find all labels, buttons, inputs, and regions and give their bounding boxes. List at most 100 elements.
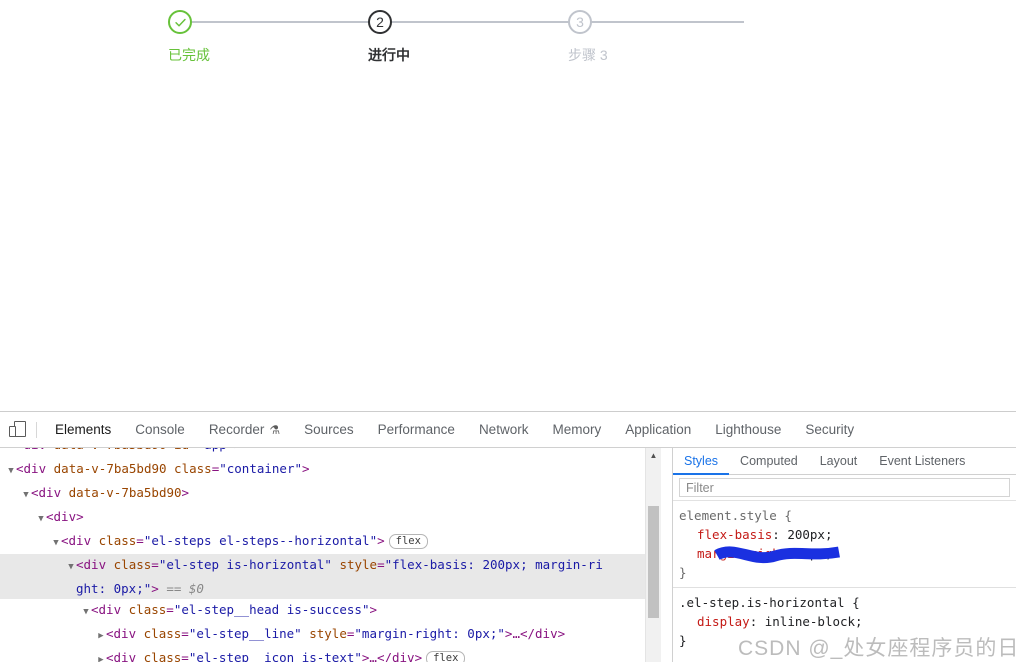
styles-filter-row: Filter	[673, 475, 1016, 501]
collapse-triangle-icon	[6, 448, 16, 458]
devtools-tab-elements[interactable]: Elements	[43, 412, 123, 448]
collapse-triangle-icon[interactable]: ▼	[36, 509, 46, 530]
devtools-tab-memory[interactable]: Memory	[540, 412, 613, 448]
dom-token: >…</div>	[361, 650, 423, 662]
expand-triangle-icon[interactable]: ▶	[96, 626, 106, 647]
dom-token: <div	[16, 461, 54, 476]
dom-node-row[interactable]: ▼ <div data-v-7ba5bd90>	[0, 482, 661, 506]
devtools-tab-recorder[interactable]: Recorder ⚗	[197, 412, 292, 448]
css-selector-text: .el-step.is-horizontal {	[679, 595, 860, 610]
dom-token: class	[98, 533, 137, 548]
devtools-tab-lighthouse[interactable]: Lighthouse	[703, 412, 793, 448]
dom-node-row[interactable]: ▶ <div class="el-step__line" style="margi…	[0, 623, 661, 647]
dom-token: style	[339, 557, 378, 572]
css-property-value[interactable]: : 200px;	[772, 527, 832, 542]
dom-token: <div	[91, 602, 129, 617]
collapse-triangle-icon[interactable]: ▼	[21, 485, 31, 506]
devtools-tab-label: Lighthouse	[715, 421, 782, 437]
css-rule-block[interactable]: element.style {flex-basis: 200px; margin-…	[673, 501, 1016, 587]
dom-token: == $0	[166, 581, 204, 596]
dom-token: <div	[76, 557, 114, 572]
css-rule-block[interactable]: .el-step.is-horizontal { display: inline-…	[673, 587, 1016, 655]
devtools-tab-label: Security	[805, 421, 855, 437]
dom-token: class	[128, 602, 167, 617]
pane-splitter[interactable]	[661, 448, 673, 662]
device-toolbar-icon[interactable]	[0, 413, 34, 447]
devtools-tab-label: Application	[625, 421, 692, 437]
dom-node-row[interactable]: ▼ <div data-v-7ba5bd90 class="container">	[0, 458, 661, 482]
dom-token: >	[377, 533, 385, 548]
devtools-body: <div data-v-7ba5bd90 id="app">▼<div data…	[0, 448, 1016, 662]
devtools-tab-security[interactable]: Security	[793, 412, 866, 448]
css-selector[interactable]: .el-step.is-horizontal {	[679, 593, 1016, 612]
collapse-triangle-icon[interactable]: ▼	[51, 533, 61, 554]
styles-tab-layout[interactable]: Layout	[809, 448, 869, 474]
styles-filter-input[interactable]: Filter	[679, 478, 1010, 497]
devtools-tab-label: Console	[135, 421, 185, 437]
dom-node-row[interactable]: ▼ <div class="el-steps el-steps--horizont…	[0, 530, 661, 554]
step-icon-3: 3	[568, 10, 592, 34]
collapse-triangle-icon[interactable]: ▼	[81, 602, 91, 623]
css-declaration[interactable]: flex-basis: 200px;	[679, 525, 1016, 544]
dom-token: "margin-right: 0px;"	[354, 626, 505, 641]
dom-token: =	[377, 557, 385, 572]
step-icon-1	[168, 10, 192, 34]
dom-token: >	[369, 602, 378, 617]
css-property-name[interactable]: flex-basis	[697, 527, 772, 542]
dom-node-row[interactable]: ▼ <div>	[0, 506, 661, 530]
devtools-tab-performance[interactable]: Performance	[366, 412, 467, 448]
dom-node-row[interactable]: ▶ <div class="el-step__icon is-text">…</d…	[0, 647, 661, 662]
css-selector[interactable]: element.style {	[679, 506, 1016, 525]
css-property-name[interactable]: margin-right	[697, 546, 787, 561]
dom-token: ght: 0px;"	[76, 581, 152, 596]
step-item-2[interactable]: 2 进行中	[368, 10, 744, 74]
devtools-tab-label: Performance	[377, 421, 455, 437]
dom-token: data-v-7ba5bd90	[68, 485, 182, 500]
css-property-name[interactable]: display	[697, 614, 750, 629]
dom-token: <div	[61, 533, 99, 548]
el-steps: 已完成 2 进行中 3 步骤 3	[168, 10, 744, 74]
styles-tab-styles[interactable]: Styles	[673, 448, 730, 475]
elements-dom-pane[interactable]: <div data-v-7ba5bd90 id="app">▼<div data…	[0, 448, 661, 662]
step-head-1	[168, 10, 544, 34]
dom-token: data-v-7ba5bd90 id	[54, 448, 189, 452]
dom-token: =	[181, 626, 189, 641]
step-item-1[interactable]: 已完成	[168, 10, 544, 74]
devtools-tab-console[interactable]: Console	[123, 412, 197, 448]
devtools-tab-label: Network	[478, 421, 529, 437]
dom-token: "el-step__head is-success"	[173, 602, 370, 617]
step-title-3: 步骤 3	[568, 47, 608, 63]
collapse-triangle-icon[interactable]: ▼	[6, 461, 16, 482]
css-declaration[interactable]: margin-right: 0px;	[679, 544, 1016, 563]
dom-scrollbar[interactable]: ▲	[645, 448, 661, 662]
flex-badge[interactable]: flex	[388, 534, 428, 549]
dom-node-row[interactable]: ▼ <div class="el-step is-horizontal" styl…	[0, 554, 661, 599]
styles-tab-computed[interactable]: Computed	[729, 448, 809, 474]
styles-tab-event-listeners[interactable]: Event Listeners	[868, 448, 976, 474]
dom-node-row[interactable]: <div data-v-7ba5bd90 id="app">	[0, 448, 661, 458]
devtools-tab-network[interactable]: Network	[467, 412, 541, 448]
css-selector-text: element.style {	[679, 508, 792, 523]
collapse-triangle-icon[interactable]: ▼	[66, 557, 76, 578]
toolbar-divider	[36, 421, 37, 438]
devtools-tab-application[interactable]: Application	[613, 412, 703, 448]
scrollbar-thumb[interactable]	[648, 506, 659, 618]
css-property-value[interactable]: : inline-block;	[750, 614, 863, 629]
css-property-value[interactable]: : 0px;	[787, 546, 832, 561]
step-item-3[interactable]: 3 步骤 3	[568, 10, 608, 74]
dom-token: =	[189, 448, 197, 452]
flex-badge[interactable]: flex	[426, 651, 466, 662]
css-declaration[interactable]: display: inline-block;	[679, 612, 1016, 631]
scroll-up-arrow[interactable]: ▲	[646, 448, 661, 463]
expand-triangle-icon[interactable]: ▶	[96, 650, 106, 662]
flask-icon: ⚗	[269, 422, 281, 437]
devtools-tab-label: Recorder	[208, 421, 265, 437]
dom-token: class	[143, 626, 182, 641]
screenshot-root: 已完成 2 进行中 3 步骤 3 Elements Console Record…	[0, 0, 1016, 662]
dom-node-row[interactable]: ▼ <div class="el-step__head is-success">	[0, 599, 661, 623]
devtools-tab-label: Sources	[304, 421, 354, 437]
check-icon	[174, 18, 186, 26]
css-rule-close-brace: }	[679, 633, 687, 648]
dom-token: "el-step__line"	[188, 626, 302, 641]
devtools-tab-sources[interactable]: Sources	[292, 412, 366, 448]
